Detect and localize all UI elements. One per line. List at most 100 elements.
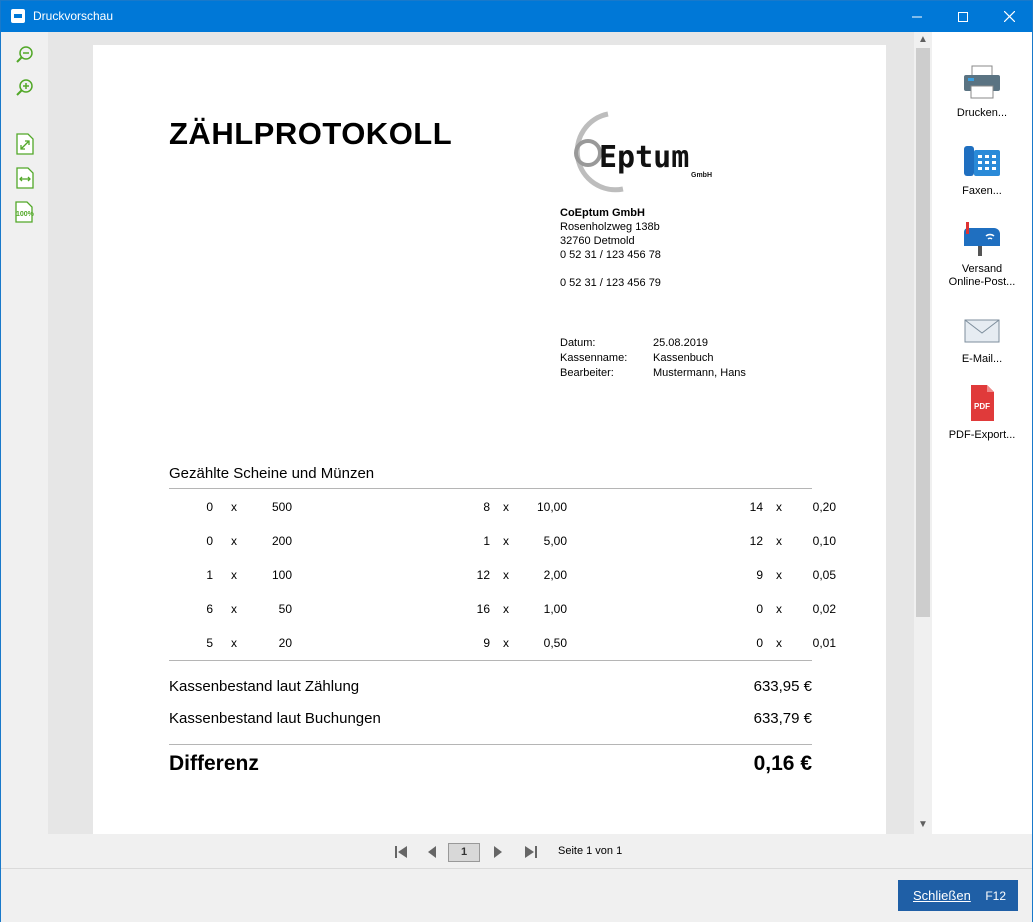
- company-street: Rosenholzweg 138b: [560, 221, 660, 233]
- maximize-button[interactable]: [940, 1, 986, 32]
- minimize-icon: [912, 16, 922, 17]
- last-page-button[interactable]: [523, 844, 539, 863]
- first-page-icon: [395, 846, 407, 858]
- page-info: Seite 1 von 1: [558, 845, 623, 857]
- sum-book-label: Kassenbestand laut Buchungen: [169, 710, 381, 727]
- count-quantity: 6: [206, 602, 213, 616]
- mailbox-icon: [964, 222, 1000, 256]
- fax-button[interactable]: Faxen...: [932, 142, 1032, 198]
- svg-text:PDF: PDF: [974, 402, 990, 411]
- count-quantity: 9: [483, 636, 490, 650]
- count-quantity: 16: [476, 602, 490, 616]
- fit-page-button[interactable]: [14, 133, 36, 155]
- printer-icon: [964, 65, 1000, 99]
- zoom-100-icon: 100%: [15, 201, 35, 223]
- user-label: Bearbeiter:: [560, 367, 614, 379]
- count-multiplier: x: [503, 568, 509, 582]
- company-logo: Eptum GmbH: [574, 111, 712, 193]
- company-city: 32760 Detmold: [560, 235, 635, 247]
- output-toolbar: Drucken... Faxen... Versand Online-Post.…: [932, 32, 1032, 834]
- window-title: Druckvorschau: [33, 9, 114, 23]
- online-post-label-2: Online-Post...: [948, 276, 1016, 288]
- next-page-button[interactable]: [491, 844, 505, 863]
- page-navigation: 1 Seite 1 von 1: [1, 834, 1032, 868]
- sum-count-value: 633,95 €: [753, 678, 812, 695]
- first-page-button[interactable]: [393, 844, 409, 863]
- difference-label: Differenz: [169, 752, 259, 775]
- count-denomination: 20: [278, 636, 292, 650]
- count-quantity: 0: [206, 500, 213, 514]
- count-denomination: 200: [271, 534, 292, 548]
- previous-page-button[interactable]: [425, 844, 439, 863]
- online-post-button[interactable]: Versand Online-Post...: [932, 220, 1032, 289]
- divider: [169, 660, 812, 661]
- count-multiplier: x: [503, 602, 509, 616]
- email-button[interactable]: E-Mail...: [932, 316, 1032, 366]
- preview-viewport[interactable]: ZÄHLPROTOKOLL Eptum GmbH CoEptum GmbH Ro…: [48, 32, 914, 834]
- zoom-toolbar: 100%: [1, 32, 48, 834]
- close-window-button[interactable]: [986, 1, 1032, 32]
- page-number-input[interactable]: 1: [448, 843, 480, 862]
- count-denomination: 5,00: [543, 534, 567, 548]
- minimize-button[interactable]: [894, 1, 940, 32]
- print-preview-window: Druckvorschau 100% ZÄHLPROTOKOLL Eptum G…: [0, 0, 1033, 922]
- svg-text:Eptum: Eptum: [599, 140, 689, 175]
- footer-bar: Schließen F12: [1, 868, 1032, 922]
- count-quantity: 12: [749, 534, 763, 548]
- count-quantity: 5: [206, 636, 213, 650]
- title-bar[interactable]: Druckvorschau: [1, 1, 1032, 32]
- count-denomination: 500: [271, 500, 292, 514]
- scroll-down-icon[interactable]: ▼: [914, 819, 932, 830]
- fit-width-button[interactable]: [14, 167, 36, 189]
- envelope-icon: [964, 319, 1000, 343]
- previous-page-icon: [428, 846, 436, 858]
- fit-page-icon: [16, 133, 34, 155]
- pdf-export-button[interactable]: PDF PDF-Export...: [932, 384, 1032, 442]
- company-phone: 0 52 31 / 123 456 78: [560, 249, 661, 261]
- fax-icon: [964, 146, 1000, 176]
- count-denomination: 0,20: [812, 500, 836, 514]
- count-denomination: 0,02: [812, 602, 836, 616]
- counts-section-title: Gezählte Scheine und Münzen: [169, 465, 375, 482]
- count-denomination: 2,00: [543, 568, 567, 582]
- count-denomination: 1,00: [543, 602, 567, 616]
- divider: [169, 488, 812, 489]
- fax-label: Faxen...: [962, 185, 1002, 197]
- document-page: ZÄHLPROTOKOLL Eptum GmbH CoEptum GmbH Ro…: [93, 45, 886, 834]
- zoom-100-label: 100%: [16, 211, 35, 218]
- count-quantity: 1: [206, 568, 213, 582]
- count-denomination: 0,50: [543, 636, 567, 650]
- register-label: Kassenname:: [560, 352, 628, 364]
- count-multiplier: x: [503, 500, 509, 514]
- zoom-100-button[interactable]: 100%: [14, 201, 36, 223]
- next-page-icon: [494, 846, 502, 858]
- scroll-thumb[interactable]: [916, 48, 930, 617]
- document-title: ZÄHLPROTOKOLL: [169, 116, 453, 151]
- user-value: Mustermann, Hans: [653, 367, 746, 379]
- zoom-in-button[interactable]: [14, 77, 36, 99]
- email-label: E-Mail...: [961, 353, 1003, 365]
- sum-book-value: 633,79 €: [753, 710, 812, 727]
- zoom-in-icon: [16, 79, 33, 96]
- count-quantity: 0: [206, 534, 213, 548]
- scroll-up-icon[interactable]: ▲: [914, 34, 932, 45]
- count-multiplier: x: [503, 636, 509, 650]
- svg-text:GmbH: GmbH: [691, 172, 712, 179]
- close-button-shortcut: F12: [985, 889, 1006, 903]
- zoom-out-icon: [16, 46, 33, 63]
- count-quantity: 8: [483, 500, 490, 514]
- app-icon: [11, 9, 25, 23]
- online-post-label-1: Versand: [961, 263, 1003, 275]
- date-label: Datum:: [560, 337, 596, 349]
- last-page-icon: [525, 846, 537, 858]
- close-button[interactable]: Schließen F12: [898, 880, 1018, 911]
- count-denomination: 10,00: [536, 500, 567, 514]
- company-name: CoEptum GmbH: [560, 207, 645, 219]
- count-denomination: 0,10: [812, 534, 836, 548]
- zoom-out-button[interactable]: [14, 44, 36, 66]
- register-value: Kassenbuch: [653, 352, 714, 364]
- close-button-label: Schließen: [913, 888, 971, 903]
- company-fax: 0 52 31 / 123 456 79: [560, 277, 661, 289]
- print-button[interactable]: Drucken...: [932, 64, 1032, 120]
- vertical-scrollbar[interactable]: ▲ ▼: [914, 32, 932, 834]
